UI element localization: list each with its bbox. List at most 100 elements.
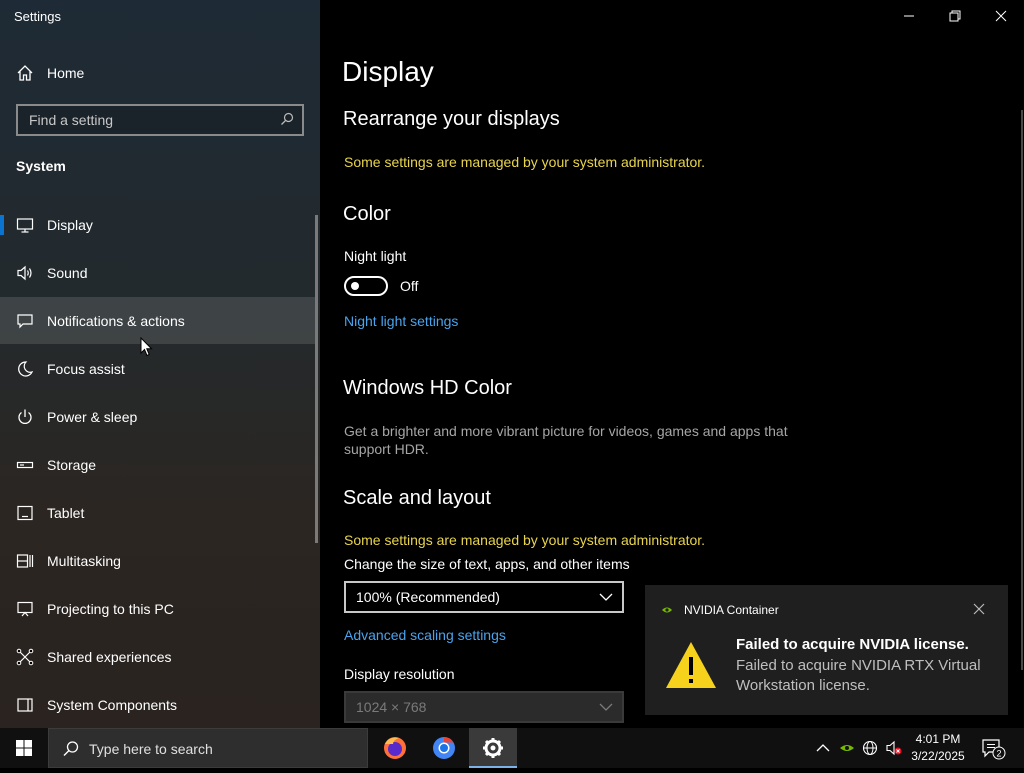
restore-button[interactable] bbox=[932, 0, 978, 32]
scale-dropdown[interactable]: 100% (Recommended) bbox=[344, 581, 624, 613]
sidebar-item-label: Storage bbox=[47, 457, 97, 473]
notification-count: 2 bbox=[996, 749, 1001, 759]
search-icon bbox=[63, 741, 79, 756]
night-light-settings-link[interactable]: Night light settings bbox=[344, 313, 458, 329]
nvidia-tray-icon[interactable] bbox=[839, 740, 855, 756]
projector-icon bbox=[17, 601, 33, 617]
admin-note: Some settings are managed by your system… bbox=[344, 532, 706, 548]
scale-layout-heading: Scale and layout bbox=[343, 487, 491, 509]
nvidia-toast-notification[interactable]: NVIDIA Container Failed to acquire NVIDI… bbox=[645, 585, 1008, 715]
rearrange-heading: Rearrange your displays bbox=[343, 108, 560, 130]
sidebar-item-projecting[interactable]: Projecting to this PC bbox=[0, 585, 318, 632]
content-scrollbar[interactable] bbox=[1021, 110, 1023, 670]
search-icon bbox=[281, 112, 294, 125]
start-button[interactable] bbox=[0, 728, 48, 768]
taskbar-chrome[interactable] bbox=[420, 728, 468, 768]
sidebar-item-label: Tablet bbox=[47, 505, 85, 521]
sidebar-item-sound[interactable]: Sound bbox=[0, 249, 318, 296]
chrome-icon bbox=[433, 737, 455, 759]
close-icon bbox=[995, 10, 1007, 22]
minimize-icon bbox=[904, 15, 914, 17]
sidebar-item-label: Sound bbox=[47, 265, 88, 281]
sidebar-item-tablet[interactable]: Tablet bbox=[0, 489, 318, 536]
hd-color-description: Get a brighter and more vibrant picture … bbox=[344, 423, 788, 457]
sidebar-item-label: Power & sleep bbox=[47, 409, 138, 425]
monitor-icon bbox=[16, 218, 34, 233]
section-system: System bbox=[16, 158, 66, 174]
taskbar-firefox[interactable] bbox=[371, 728, 419, 768]
home-nav-item[interactable]: Home bbox=[0, 58, 320, 88]
taskbar-settings[interactable] bbox=[469, 728, 517, 768]
window-title: Settings bbox=[14, 9, 61, 24]
tablet-icon bbox=[17, 505, 33, 521]
sidebar-item-power-sleep[interactable]: Power & sleep bbox=[0, 393, 318, 440]
close-icon[interactable] bbox=[973, 603, 985, 615]
message-icon bbox=[17, 314, 33, 329]
sidebar-item-label: Multitasking bbox=[47, 553, 121, 569]
restore-icon bbox=[949, 10, 961, 22]
clock-date: 3/22/2025 bbox=[911, 749, 965, 763]
action-center-button[interactable]: 2 bbox=[980, 737, 1008, 761]
toggle-knob bbox=[351, 282, 359, 290]
firefox-icon bbox=[384, 737, 406, 759]
sidebar-item-label: Focus assist bbox=[47, 361, 125, 377]
chevron-down-icon bbox=[599, 593, 613, 601]
gear-icon bbox=[483, 738, 503, 758]
sidebar-item-label: Notifications & actions bbox=[47, 313, 185, 329]
chevron-down-icon bbox=[599, 703, 613, 711]
home-label: Home bbox=[47, 65, 85, 81]
text-size-label: Change the size of text, apps, and other… bbox=[344, 556, 630, 572]
sidebar-item-display[interactable]: Display bbox=[0, 201, 318, 248]
color-heading: Color bbox=[343, 203, 391, 225]
warning-icon bbox=[666, 642, 716, 688]
multitasking-icon bbox=[16, 554, 34, 568]
minimize-button[interactable] bbox=[886, 0, 932, 32]
close-button[interactable] bbox=[978, 0, 1024, 32]
sidebar-item-label: Display bbox=[47, 217, 93, 233]
sidebar-item-multitasking[interactable]: Multitasking bbox=[0, 537, 318, 584]
power-icon bbox=[18, 409, 32, 424]
sidebar-item-focus-assist[interactable]: Focus assist bbox=[0, 345, 318, 392]
sidebar-item-shared-experiences[interactable]: Shared experiences bbox=[0, 633, 318, 680]
show-hidden-icons-chevron-icon[interactable] bbox=[815, 740, 831, 756]
settings-sidebar: Settings Home System Display Sound Notif… bbox=[0, 0, 320, 728]
night-light-toggle[interactable] bbox=[344, 276, 388, 296]
resolution-value: 1024 × 768 bbox=[356, 699, 427, 715]
find-setting-search[interactable] bbox=[16, 104, 304, 136]
windows-logo-icon bbox=[16, 740, 32, 756]
toast-app-name: NVIDIA Container bbox=[684, 603, 779, 617]
nvidia-icon bbox=[662, 607, 672, 613]
mouse-cursor-icon bbox=[140, 337, 153, 357]
shared-icon bbox=[16, 648, 34, 666]
toast-body: Failed to acquire NVIDIA RTX Virtual Wor… bbox=[736, 657, 981, 694]
taskbar: Type here to search 4:01 PM 3/22/2025 2 bbox=[0, 728, 1024, 768]
resolution-label: Display resolution bbox=[344, 666, 455, 682]
volume-muted-icon[interactable] bbox=[886, 740, 902, 756]
sidebar-scrollbar[interactable] bbox=[315, 215, 318, 543]
resolution-dropdown[interactable]: 1024 × 768 bbox=[344, 691, 624, 723]
night-light-label: Night light bbox=[344, 248, 407, 264]
sidebar-item-storage[interactable]: Storage bbox=[0, 441, 318, 488]
home-icon bbox=[17, 65, 33, 81]
page-title: Display bbox=[342, 56, 434, 87]
action-center-icon: 2 bbox=[982, 739, 1006, 760]
moon-icon bbox=[18, 361, 34, 377]
taskbar-search[interactable]: Type here to search bbox=[48, 728, 368, 768]
taskbar-search-placeholder: Type here to search bbox=[89, 741, 213, 757]
sidebar-item-label: System Components bbox=[47, 697, 177, 713]
night-light-state: Off bbox=[400, 278, 419, 294]
scale-value: 100% (Recommended) bbox=[356, 589, 500, 605]
admin-note: Some settings are managed by your system… bbox=[344, 154, 706, 170]
sidebar-item-notifications[interactable]: Notifications & actions bbox=[0, 297, 318, 344]
taskbar-clock[interactable]: 4:01 PM 3/22/2025 bbox=[902, 731, 974, 765]
advanced-scaling-link[interactable]: Advanced scaling settings bbox=[344, 627, 506, 643]
storage-icon bbox=[16, 461, 34, 469]
network-globe-icon[interactable] bbox=[862, 740, 878, 756]
components-icon bbox=[17, 698, 33, 712]
toast-title: Failed to acquire NVIDIA license. bbox=[736, 636, 969, 653]
find-setting-input[interactable] bbox=[27, 109, 271, 131]
speaker-icon bbox=[17, 265, 32, 281]
sidebar-item-label: Projecting to this PC bbox=[47, 601, 174, 617]
sidebar-item-system-components[interactable]: System Components bbox=[0, 681, 318, 728]
hd-color-heading: Windows HD Color bbox=[343, 377, 512, 399]
